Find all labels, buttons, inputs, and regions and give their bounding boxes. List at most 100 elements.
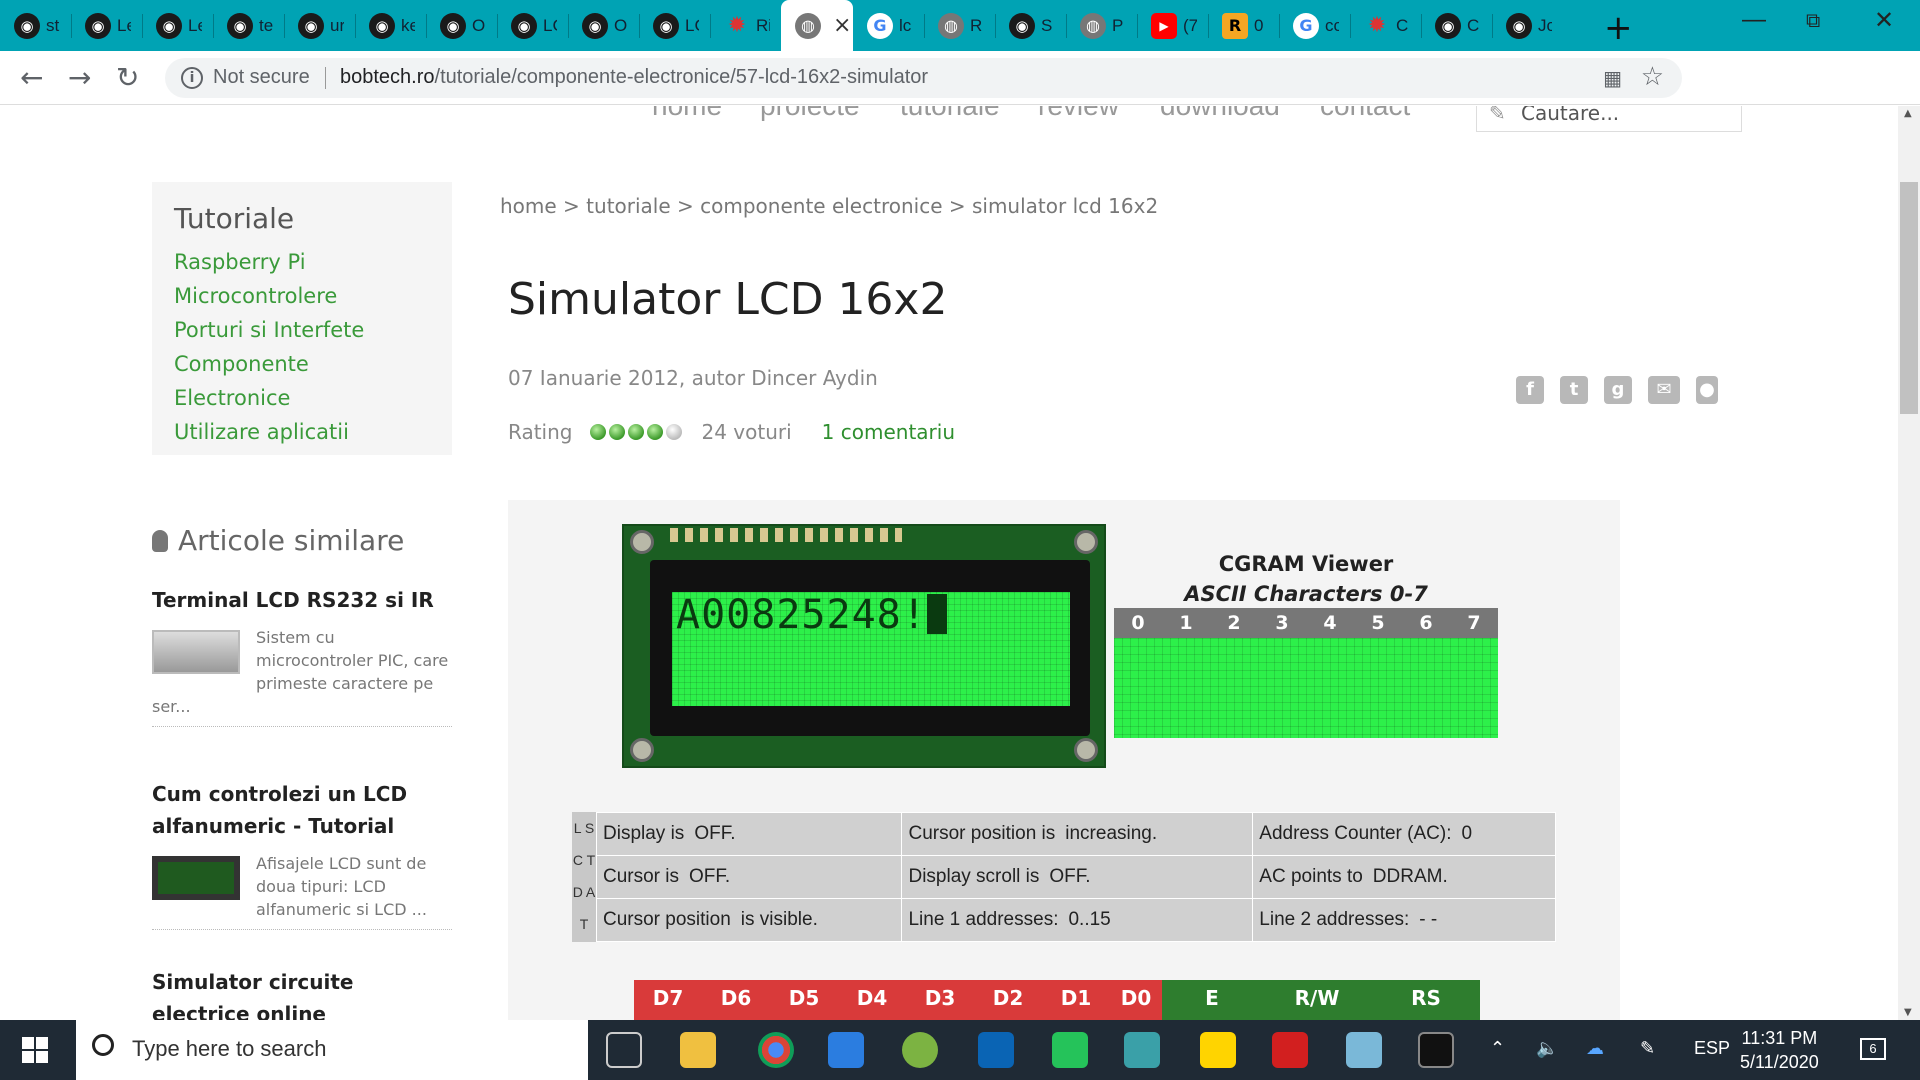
pin-d7-toggle[interactable]: D7 bbox=[634, 980, 702, 1020]
browser-tab[interactable]: ◉ C bbox=[1421, 0, 1492, 51]
similar-article-title[interactable]: Simulator circuite electrice online bbox=[152, 966, 452, 1020]
comments-link[interactable]: 1 comentariu bbox=[822, 420, 955, 444]
sidebar-link-componente[interactable]: Componente Electronice bbox=[174, 347, 430, 415]
nav-home[interactable]: home bbox=[652, 106, 722, 122]
browser-tab[interactable]: ◉ LC bbox=[497, 0, 568, 51]
app-icon[interactable] bbox=[1346, 1032, 1382, 1068]
info-icon[interactable]: i bbox=[181, 67, 203, 89]
new-tab-button[interactable]: + bbox=[1604, 8, 1633, 48]
page-scrollbar[interactable]: ▲ ▼ bbox=[1898, 106, 1920, 1020]
windows-start-icon[interactable] bbox=[22, 1037, 48, 1063]
volume-icon[interactable]: 🔈 bbox=[1536, 1038, 1558, 1059]
close-tab-icon[interactable]: × bbox=[833, 13, 851, 38]
similar-article-thumbnail[interactable] bbox=[152, 630, 240, 674]
outlook-icon[interactable] bbox=[978, 1032, 1014, 1068]
browser-tab[interactable]: ◍ R bbox=[924, 0, 995, 51]
nav-proiecte[interactable]: proiecte bbox=[760, 106, 860, 122]
nav-review[interactable]: review bbox=[1038, 106, 1119, 122]
twitter-icon[interactable]: t bbox=[1560, 376, 1588, 404]
mail-icon[interactable] bbox=[828, 1032, 864, 1068]
browser-tab[interactable]: ◉ ke bbox=[355, 0, 426, 51]
minimize-button[interactable]: — bbox=[1742, 6, 1766, 34]
browser-tab[interactable]: ◉ ur bbox=[284, 0, 355, 51]
browser-tab[interactable]: ◉ te bbox=[213, 0, 284, 51]
browser-tab[interactable]: ◉ LC bbox=[639, 0, 710, 51]
browser-tab[interactable]: ✹ C bbox=[1350, 0, 1421, 51]
rating-star-icon[interactable] bbox=[666, 424, 683, 440]
browser-tab[interactable]: ◍ P bbox=[1066, 0, 1137, 51]
browser-tab[interactable]: ◉ S bbox=[995, 0, 1066, 51]
reload-button[interactable]: ↻ bbox=[116, 61, 139, 94]
pin-rs-toggle[interactable]: RS bbox=[1372, 980, 1480, 1020]
task-view-icon[interactable] bbox=[606, 1032, 642, 1068]
rating-star-icon[interactable] bbox=[609, 424, 626, 440]
close-window-button[interactable]: ✕ bbox=[1874, 6, 1894, 35]
scrollbar-thumb[interactable] bbox=[1900, 182, 1918, 414]
browser-tab[interactable]: ◉ O bbox=[568, 0, 639, 51]
nav-contact[interactable]: contact bbox=[1320, 106, 1410, 122]
browser-tab[interactable]: ◉ Le bbox=[142, 0, 213, 51]
editor-icon[interactable] bbox=[1124, 1032, 1160, 1068]
restore-button[interactable]: ⧉ bbox=[1806, 10, 1820, 33]
scroll-up-arrow-icon[interactable]: ▲ bbox=[1904, 108, 1912, 119]
taskbar-search-input[interactable]: Type here to search bbox=[76, 1020, 588, 1080]
sidebar-link-raspberry-pi[interactable]: Raspberry Pi bbox=[174, 245, 430, 279]
rating-star-icon[interactable] bbox=[647, 424, 664, 440]
address-bar[interactable]: i Not secure bobtech.ro/tutoriale/compon… bbox=[165, 58, 1682, 98]
onedrive-icon[interactable]: ☁ bbox=[1586, 1038, 1604, 1059]
rating-star-icon[interactable] bbox=[590, 424, 607, 440]
user-icon[interactable]: ● bbox=[1696, 376, 1718, 404]
terminal-icon[interactable] bbox=[1418, 1032, 1454, 1068]
browser-tab[interactable]: ✹ Ri bbox=[710, 0, 781, 51]
back-button[interactable]: ← bbox=[20, 61, 43, 94]
similar-article-thumbnail[interactable] bbox=[152, 856, 240, 900]
browser-tab[interactable]: Glc bbox=[853, 0, 924, 51]
pin-d3-toggle[interactable]: D3 bbox=[906, 980, 974, 1020]
file-explorer-icon[interactable] bbox=[680, 1032, 716, 1068]
pen-icon[interactable]: ✎ bbox=[1640, 1038, 1655, 1059]
scroll-down-arrow-icon[interactable]: ▼ bbox=[1904, 1007, 1912, 1018]
browser-tab[interactable]: R0 bbox=[1208, 0, 1279, 51]
browser-tab[interactable]: ◉ O bbox=[426, 0, 497, 51]
bookmark-star-icon[interactable]: ☆ bbox=[1641, 62, 1664, 92]
pin-d5-toggle[interactable]: D5 bbox=[770, 980, 838, 1020]
email-icon[interactable]: ✉ bbox=[1648, 376, 1680, 404]
google-plus-icon[interactable]: g bbox=[1604, 376, 1632, 404]
tray-chevron-icon[interactable]: ⌃ bbox=[1490, 1038, 1505, 1059]
browser-tab[interactable]: ◍ × bbox=[781, 0, 853, 51]
browser-tab[interactable]: ◉ st bbox=[0, 0, 71, 51]
pin-e-toggle[interactable]: E bbox=[1162, 980, 1262, 1020]
similar-article-title[interactable]: Terminal LCD RS232 si IR bbox=[152, 584, 452, 616]
acrobat-icon[interactable] bbox=[1272, 1032, 1308, 1068]
browser-tab[interactable]: ▶ (7 bbox=[1137, 0, 1208, 51]
nav-tutoriale[interactable]: tutoriale bbox=[900, 106, 1000, 122]
url-text[interactable]: bobtech.ro/tutoriale/componente-electron… bbox=[340, 66, 928, 89]
sticky-notes-icon[interactable] bbox=[1200, 1032, 1236, 1068]
breadcrumb[interactable]: home > tutoriale > componente electronic… bbox=[500, 194, 1158, 218]
browser-tab[interactable]: ◉ Jc bbox=[1492, 0, 1563, 51]
forward-button[interactable]: → bbox=[68, 61, 91, 94]
translate-icon[interactable]: ▦ bbox=[1603, 66, 1622, 90]
sidebar-link-porturi[interactable]: Porturi si Interfete bbox=[174, 313, 430, 347]
rating-star-icon[interactable] bbox=[628, 424, 645, 440]
pin-d6-toggle[interactable]: D6 bbox=[702, 980, 770, 1020]
facebook-icon[interactable]: f bbox=[1516, 376, 1544, 404]
pin-d2-toggle[interactable]: D2 bbox=[974, 980, 1042, 1020]
browser-tab[interactable]: ◉ Le bbox=[71, 0, 142, 51]
pin-d0-toggle[interactable]: D0 bbox=[1110, 980, 1162, 1020]
pin-d1-toggle[interactable]: D1 bbox=[1042, 980, 1110, 1020]
similar-article-title[interactable]: Cum controlezi un LCD alfanumeric - Tuto… bbox=[152, 778, 452, 842]
whatsapp-icon[interactable] bbox=[1052, 1032, 1088, 1068]
site-search-input[interactable]: ✎ Cautare... bbox=[1476, 106, 1742, 132]
app-w-icon[interactable] bbox=[902, 1032, 938, 1068]
pin-d4-toggle[interactable]: D4 bbox=[838, 980, 906, 1020]
nav-download[interactable]: download bbox=[1160, 106, 1280, 122]
sidebar-link-aplicatii[interactable]: Utilizare aplicatii bbox=[174, 415, 430, 449]
browser-tab[interactable]: Gcc bbox=[1279, 0, 1350, 51]
sidebar-link-microcontrolere[interactable]: Microcontrolere bbox=[174, 279, 430, 313]
chrome-icon[interactable] bbox=[758, 1032, 794, 1068]
pin-rw-toggle[interactable]: R/W bbox=[1262, 980, 1372, 1020]
language-indicator[interactable]: ESP bbox=[1694, 1038, 1730, 1059]
clock[interactable]: 11:31 PM 5/11/2020 bbox=[1740, 1026, 1819, 1074]
notifications-icon[interactable]: 6 bbox=[1860, 1038, 1886, 1060]
